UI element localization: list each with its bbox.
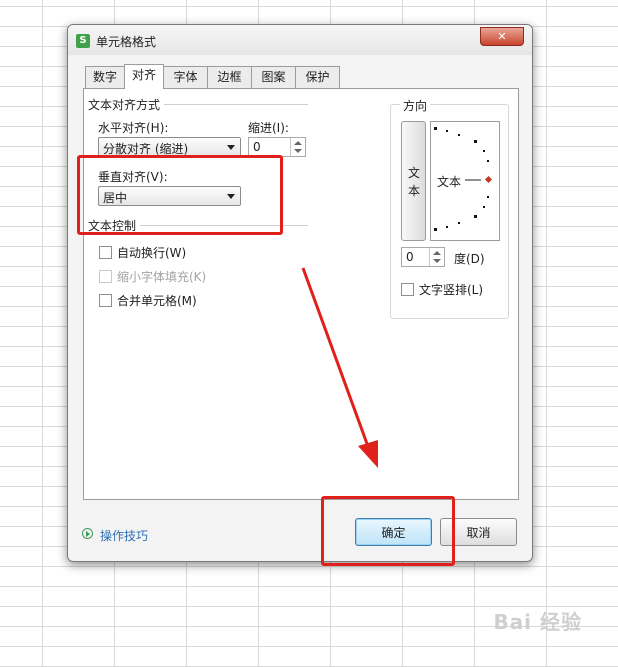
wrap-text-checkbox[interactable] bbox=[99, 246, 112, 259]
tab-alignment[interactable]: 对齐 bbox=[124, 64, 164, 89]
chevron-down-icon bbox=[227, 145, 235, 150]
dial-tick bbox=[458, 134, 460, 136]
alignment-panel: 文本对齐方式 水平对齐(H): 分散对齐 (缩进) 缩进(I): 0 垂直对齐(… bbox=[83, 88, 519, 500]
text-alignment-section-label: 文本对齐方式 bbox=[88, 96, 165, 113]
wrap-text-label[interactable]: 自动换行(W) bbox=[117, 244, 186, 261]
degree-value: 0 bbox=[406, 250, 414, 264]
degree-label: 度(D) bbox=[454, 252, 485, 266]
indent-stepper[interactable]: 0 bbox=[248, 137, 306, 157]
dial-tick bbox=[474, 140, 477, 143]
merge-cells-label[interactable]: 合并单元格(M) bbox=[117, 292, 197, 309]
operation-tips-link[interactable]: 操作技巧 bbox=[100, 527, 148, 544]
horizontal-align-select[interactable]: 分散对齐 (缩进) bbox=[98, 137, 241, 157]
vertical-stack-label[interactable]: 文字竖排(L) bbox=[419, 281, 483, 298]
indent-label: 缩进(I): bbox=[248, 121, 289, 135]
arrow-down-icon[interactable] bbox=[294, 149, 302, 153]
indent-value: 0 bbox=[253, 140, 261, 154]
play-circle-icon[interactable] bbox=[82, 528, 93, 539]
arrow-down-icon[interactable] bbox=[433, 259, 441, 263]
title-bar[interactable]: S 单元格格式 ✕ bbox=[68, 25, 532, 55]
arrow-up-icon[interactable] bbox=[433, 251, 441, 255]
vertical-text-char: 本 bbox=[408, 184, 421, 198]
vertical-text-button[interactable]: 文 本 bbox=[401, 121, 426, 241]
dial-tick bbox=[458, 222, 460, 224]
dial-handle[interactable] bbox=[484, 175, 493, 184]
dial-text: 文本 bbox=[437, 175, 462, 189]
tab-number[interactable]: 数字 bbox=[85, 66, 125, 88]
wps-spreadsheet-icon: S bbox=[76, 34, 90, 48]
degree-spin-buttons[interactable] bbox=[429, 248, 444, 266]
indent-spin-buttons[interactable] bbox=[290, 138, 305, 156]
dial-tick bbox=[483, 150, 485, 152]
degree-stepper[interactable]: 0 bbox=[401, 247, 445, 267]
dial-tick bbox=[487, 160, 489, 162]
orientation-section-label: 方向 bbox=[400, 97, 431, 114]
vertical-stack-checkbox[interactable] bbox=[401, 283, 414, 296]
dial-tick bbox=[434, 127, 437, 130]
shrink-to-fit-label: 缩小字体填充(K) bbox=[117, 270, 207, 284]
dial-tick bbox=[434, 228, 437, 231]
watermark-text: Bai 经验 bbox=[493, 610, 582, 634]
tab-protection[interactable]: 保护 bbox=[295, 66, 340, 88]
close-button[interactable]: ✕ bbox=[480, 27, 524, 46]
vertical-text-char: 文 bbox=[408, 166, 421, 180]
tab-patterns[interactable]: 图案 bbox=[251, 66, 296, 88]
merge-cells-checkbox[interactable] bbox=[99, 294, 112, 307]
dial-tick bbox=[474, 215, 477, 218]
dialog-title: 单元格格式 bbox=[96, 35, 157, 49]
dial-tick bbox=[483, 206, 485, 208]
dial-tick bbox=[487, 196, 489, 198]
dial-tick bbox=[446, 226, 448, 228]
orientation-dial[interactable]: 文本 bbox=[430, 121, 500, 241]
annotation-highlight-box bbox=[77, 155, 283, 235]
format-cells-dialog: S 单元格格式 ✕ 数字 对齐 字体 边框 图案 保护 文本对齐方式 水平对齐(… bbox=[67, 24, 533, 562]
tab-border[interactable]: 边框 bbox=[207, 66, 252, 88]
shrink-to-fit-checkbox[interactable] bbox=[99, 270, 112, 283]
arrow-up-icon[interactable] bbox=[294, 141, 302, 145]
dial-tick bbox=[446, 130, 448, 132]
tab-font[interactable]: 字体 bbox=[163, 66, 208, 88]
horizontal-align-label: 水平对齐(H): bbox=[98, 121, 169, 135]
annotation-highlight-box bbox=[321, 496, 455, 566]
